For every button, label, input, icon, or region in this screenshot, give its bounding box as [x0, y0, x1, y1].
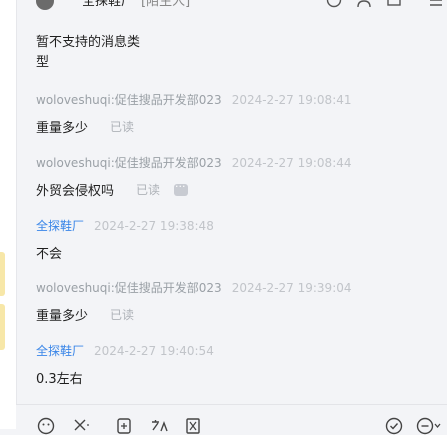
- message-time: 2024-2-27 19:38:48: [94, 219, 214, 233]
- message-sender[interactable]: woloveshuqi:促佳搜品开发部023: [36, 156, 222, 170]
- message-text: 0.3左右: [36, 372, 83, 387]
- message-time: 2024-2-27 19:39:04: [231, 281, 352, 295]
- message-sender[interactable]: woloveshuqi:促佳搜品开发部023: [36, 93, 222, 107]
- message-item: 全探鞋厂 2024-2-27 19:38:48 不会: [36, 217, 214, 262]
- clock-icon[interactable]: [326, 0, 342, 8]
- message-text-continued: 型: [36, 55, 50, 70]
- read-status: 已读: [110, 120, 135, 134]
- message-time: 2024-2-27 19:08:41: [231, 93, 352, 107]
- message-meta: woloveshuqi:促佳搜品开发部023 2024-2-27 19:39:04: [36, 279, 352, 296]
- message-meta: 全探鞋厂 2024-2-27 19:40:54: [36, 342, 214, 359]
- add-user-icon[interactable]: [356, 0, 372, 8]
- translate-icon[interactable]: [150, 417, 168, 435]
- avatar[interactable]: [36, 0, 54, 10]
- emoji-icon[interactable]: [37, 417, 55, 435]
- message-item: woloveshuqi:促佳搜品开发部023 2024-2-27 19:39:04…: [36, 279, 352, 324]
- message-sender[interactable]: 全探鞋厂: [36, 219, 84, 233]
- message-item: woloveshuqi:促佳搜品开发部023 2024-2-27 19:08:41…: [36, 91, 352, 136]
- message-text: 重量多少: [36, 309, 89, 324]
- message-text: 重量多少: [36, 121, 89, 136]
- more-options-icon[interactable]: [174, 180, 189, 196]
- read-status: 已读: [136, 183, 161, 197]
- message-meta: woloveshuqi:促佳搜品开发部023 2024-2-27 19:08:44: [36, 154, 352, 171]
- read-status: 已读: [110, 308, 135, 322]
- conversation-highlight[interactable]: [0, 304, 5, 350]
- add-chat-icon[interactable]: [386, 0, 402, 8]
- message-sender[interactable]: 全探鞋厂: [36, 344, 84, 358]
- message-item: 暂不支持的消息类 型: [36, 33, 140, 73]
- message-meta: woloveshuqi:促佳搜品开发部023 2024-2-27 19:08:41: [36, 91, 352, 108]
- left-rail: [0, 0, 17, 429]
- scissors-icon[interactable]: [72, 417, 90, 435]
- message-sender[interactable]: woloveshuqi:促佳搜品开发部023: [36, 281, 222, 295]
- file-icon[interactable]: [115, 417, 133, 435]
- message-text: 不会: [36, 247, 63, 262]
- menu-icon[interactable]: [428, 0, 444, 8]
- message-item: woloveshuqi:促佳搜品开发部023 2024-2-27 19:08:44…: [36, 154, 352, 199]
- message-text: 外贸会侵权吗: [36, 184, 115, 199]
- message-meta: 全探鞋厂 2024-2-27 19:38:48: [36, 217, 214, 234]
- chat-header: 全探鞋厂 [陌生人]: [16, 0, 447, 10]
- more-menu-icon[interactable]: [416, 417, 441, 435]
- hourglass-icon[interactable]: [184, 417, 202, 435]
- message-time: 2024-2-27 19:40:54: [94, 344, 214, 358]
- input-toolbar: [16, 404, 447, 435]
- chat-title: 全探鞋厂: [82, 0, 135, 9]
- check-circle-icon[interactable]: [385, 417, 403, 435]
- message-text: 暂不支持的消息类: [36, 35, 141, 50]
- message-item: 全探鞋厂 2024-2-27 19:40:54 0.3左右: [36, 342, 214, 387]
- conversation-highlight[interactable]: [0, 252, 5, 296]
- message-time: 2024-2-27 19:08:44: [231, 156, 352, 170]
- stranger-tag: [陌生人]: [141, 0, 191, 9]
